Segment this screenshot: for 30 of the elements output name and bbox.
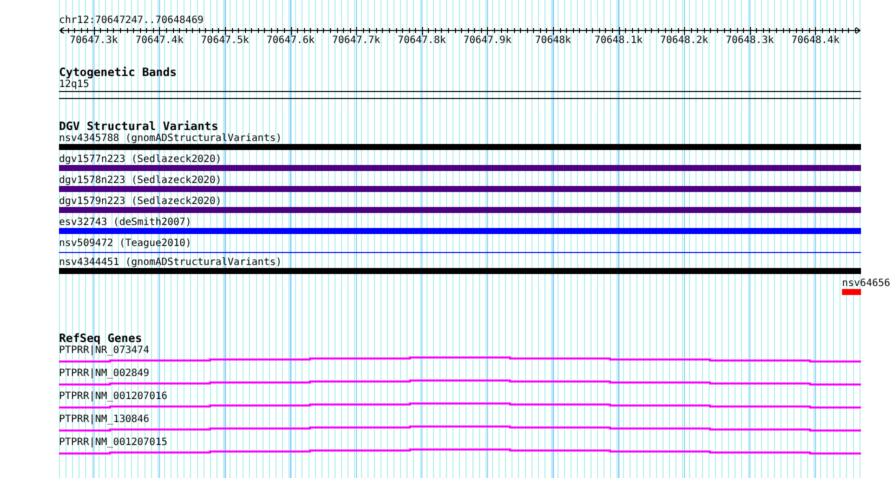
- tick-label: 70647.3k: [70, 35, 118, 46]
- variant-label: nsv4345788 (gnomADStructuralVariants): [59, 133, 283, 144]
- variant-label: nsv509472 (Teague2010): [59, 238, 192, 249]
- gene-label: PTPRR|NM_130846: [59, 414, 150, 425]
- tick-label: 70648.4k: [791, 35, 840, 46]
- tick-label: 70647.5k: [200, 35, 250, 46]
- gene-label: PTPRR|NM_001207015: [59, 437, 168, 448]
- tick-label: 70647.4k: [135, 35, 184, 46]
- variant-label: nsv64656: [842, 278, 890, 289]
- track-title: RefSeq Genes: [59, 332, 144, 345]
- tick-label: 70647.8k: [398, 35, 446, 46]
- variant-label: nsv4344451 (gnomADStructuralVariants): [59, 257, 283, 268]
- gene-label: PTPRR|NR_073474: [59, 345, 150, 356]
- tick-label: 70648.1k: [594, 35, 643, 46]
- tick-label: 70648.3k: [726, 35, 774, 46]
- cytoband-label: 12q15: [59, 79, 90, 90]
- variant-label: dgv1577n223 (Sedlazeck2020): [59, 154, 223, 165]
- variant-label: esv32743 (deSmith2007): [59, 217, 192, 228]
- tick-label: 70647.6k: [266, 35, 315, 46]
- tick-label: 70647.7k: [332, 35, 380, 46]
- variant-label: dgv1578n223 (Sedlazeck2020): [59, 175, 223, 186]
- gene-label: PTPRR|NM_001207016: [59, 391, 168, 402]
- gene-label: PTPRR|NM_002849: [59, 368, 150, 379]
- tick-label: 70648.2k: [660, 35, 708, 46]
- track-title: Cytogenetic Bands: [59, 66, 178, 79]
- region-label: chr12:70647247..70648469: [59, 15, 204, 26]
- tick-label: 70648k: [534, 35, 572, 46]
- variant-label: dgv1579n223 (Sedlazeck2020): [59, 196, 223, 207]
- track-title: DGV Structural Variants: [59, 120, 220, 133]
- tick-label: 70647.9k: [463, 35, 512, 46]
